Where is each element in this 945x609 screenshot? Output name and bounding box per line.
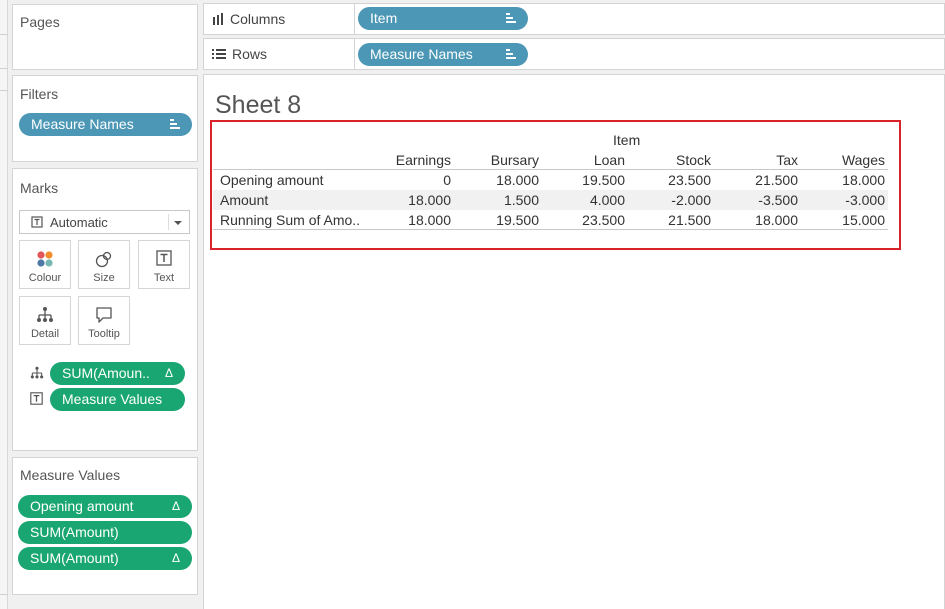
measure-value-pill[interactable]: SUM(Amount) Δ <box>18 547 192 570</box>
sort-icon <box>506 49 516 59</box>
filter-pill-measure-names[interactable]: Measure Names <box>19 113 192 136</box>
measure-values-title: Measure Values <box>20 467 121 483</box>
column-header[interactable]: Bursary <box>461 150 539 170</box>
column-header[interactable]: Wages <box>807 150 885 170</box>
row-header[interactable]: Amount <box>220 190 268 210</box>
column-header[interactable]: Loan <box>547 150 625 170</box>
filters-card[interactable]: Filters Measure Names <box>12 75 198 162</box>
tooltip-icon <box>96 307 112 323</box>
marks-field-measure-values[interactable]: Measure Values <box>50 388 185 411</box>
rows-pill-label: Measure Names <box>370 46 473 62</box>
marks-field-label: SUM(Amoun.. <box>62 365 150 381</box>
table-cell[interactable]: -2.000 <box>633 190 711 210</box>
table-cell[interactable]: 1.500 <box>461 190 539 210</box>
table-cell[interactable]: -3.500 <box>720 190 798 210</box>
rows-shelf[interactable]: Rows Measure Names <box>203 38 945 70</box>
colour-label: Colour <box>28 272 62 284</box>
table-cell[interactable]: 21.500 <box>633 210 711 230</box>
text-icon <box>30 392 43 405</box>
rows-icon <box>212 49 226 59</box>
delta-icon: Δ <box>164 366 173 380</box>
worksheet-canvas[interactable]: Sheet 8 Item Earnings Bursary Loan Stock… <box>203 74 945 609</box>
column-header[interactable]: Tax <box>720 150 798 170</box>
columns-pill-label: Item <box>370 10 398 26</box>
measure-value-pill[interactable]: Opening amount Δ <box>18 495 192 518</box>
marks-field-label: Measure Values <box>62 391 163 407</box>
rows-shelf-label: Rows <box>212 46 267 62</box>
measure-value-label: Opening amount <box>30 498 134 514</box>
row-header[interactable]: Running Sum of Amo.. <box>220 210 360 230</box>
marks-title: Marks <box>20 180 59 196</box>
text-button[interactable]: Text <box>138 240 190 289</box>
table-cell[interactable]: 18.000 <box>720 210 798 230</box>
delta-icon: Δ <box>171 499 180 513</box>
table-cell[interactable]: 23.500 <box>547 210 625 230</box>
pages-title: Pages <box>20 14 60 30</box>
table-cell[interactable]: 4.000 <box>547 190 625 210</box>
table-cell[interactable]: 18.000 <box>461 170 539 190</box>
row-header[interactable]: Opening amount <box>220 170 324 190</box>
sort-icon <box>170 119 180 129</box>
delta-icon: Δ <box>171 551 180 565</box>
table-cell[interactable]: 18.000 <box>373 210 451 230</box>
filters-title: Filters <box>20 86 59 102</box>
columns-shelf[interactable]: Columns Item <box>203 3 945 35</box>
filter-pill-label: Measure Names <box>31 116 134 132</box>
table-cell[interactable]: 18.000 <box>373 190 451 210</box>
columns-shelf-label: Columns <box>212 11 285 27</box>
measure-value-label: SUM(Amount) <box>30 550 119 566</box>
sheet-title: Sheet 8 <box>215 91 302 119</box>
text-icon <box>156 250 172 266</box>
table-cell[interactable]: 0 <box>373 170 451 190</box>
table-cell[interactable]: 19.500 <box>461 210 539 230</box>
table-cell[interactable]: 15.000 <box>807 210 885 230</box>
colour-icon <box>37 251 53 267</box>
pages-card[interactable]: Pages <box>12 4 198 70</box>
colour-button[interactable]: Colour <box>19 240 71 289</box>
measure-value-label: SUM(Amount) <box>30 524 119 540</box>
size-label: Size <box>93 272 115 284</box>
column-header[interactable]: Stock <box>633 150 711 170</box>
mark-type-label: Automatic <box>50 215 108 230</box>
mark-type-icon <box>31 216 43 228</box>
table-cell[interactable]: 18.000 <box>807 170 885 190</box>
table-row: Opening amount 0 18.000 19.500 23.500 21… <box>213 170 888 190</box>
header-group-row: Item <box>213 130 888 150</box>
chevron-down-icon <box>174 221 182 225</box>
rows-pill-measure-names[interactable]: Measure Names <box>358 43 528 66</box>
table-cell[interactable]: -3.000 <box>807 190 885 210</box>
columns-icon <box>213 13 223 25</box>
left-edge-strip <box>0 0 8 609</box>
size-button[interactable]: Size <box>78 240 130 289</box>
table-cell[interactable]: 19.500 <box>547 170 625 190</box>
header-group-label: Item <box>613 132 641 148</box>
measure-values-card[interactable]: Measure Values Opening amount Δ SUM(Amou… <box>12 457 198 595</box>
crosstab: Item Earnings Bursary Loan Stock Tax Wag… <box>213 130 888 230</box>
tooltip-label: Tooltip <box>88 328 120 340</box>
detail-icon <box>30 366 44 379</box>
column-header[interactable]: Earnings <box>373 150 451 170</box>
detail-label: Detail <box>30 328 60 340</box>
size-icon <box>95 251 112 268</box>
tooltip-button[interactable]: Tooltip <box>78 296 130 345</box>
sort-icon <box>506 13 516 23</box>
column-header-row: Earnings Bursary Loan Stock Tax Wages <box>213 150 888 170</box>
mark-type-dropdown[interactable]: Automatic <box>19 210 190 234</box>
text-label: Text <box>153 272 175 284</box>
detail-button[interactable]: Detail <box>19 296 71 345</box>
table-row: Amount 18.000 1.500 4.000 -2.000 -3.500 … <box>213 190 888 210</box>
marks-field-sum-amount[interactable]: SUM(Amoun.. Δ <box>50 362 185 385</box>
table-cell[interactable]: 23.500 <box>633 170 711 190</box>
detail-icon <box>37 307 53 322</box>
table-row: Running Sum of Amo.. 18.000 19.500 23.50… <box>213 210 888 230</box>
measure-value-pill[interactable]: SUM(Amount) <box>18 521 192 544</box>
columns-pill-item[interactable]: Item <box>358 7 528 30</box>
table-cell[interactable]: 21.500 <box>720 170 798 190</box>
